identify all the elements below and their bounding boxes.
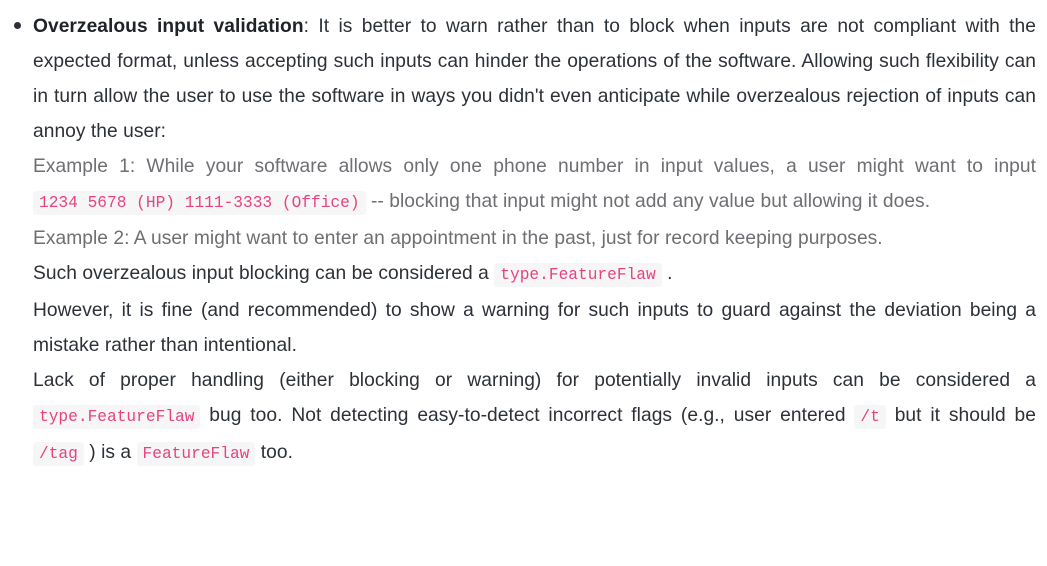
such-text-after: . [667,263,673,284]
code-span-phone-example: 1234 5678 (HP) 1111-3333 (Office) [33,191,366,215]
lack-text-before: Lack of proper handling (either blocking… [33,370,1036,391]
such-overzealous-paragraph: Such overzealous input blocking can be c… [33,256,1036,293]
code-span-type-featureflaw-2: type.FeatureFlaw [33,405,201,429]
lack-text-mid-2: but it should be [894,405,1036,426]
document-body: Overzealous input validation: It is bett… [0,0,1047,566]
example-1-text-after: -- blocking that input might not add any… [370,191,931,212]
example-2-paragraph: Example 2: A user might want to enter an… [33,228,883,249]
lead-term: Overzealous input validation [33,16,304,37]
however-paragraph: However, it is fine (and recommended) to… [33,300,1036,356]
lack-of-handling-paragraph: Lack of proper handling (either blocking… [33,363,1036,472]
bullet-list: Overzealous input validation: It is bett… [0,9,1036,472]
example-1-text-before: Example 1: While your software allows on… [33,156,1036,177]
lack-text-mid-3: ) is a [89,442,132,463]
code-span-slash-tag: /tag [33,442,84,466]
lead-paragraph: Overzealous input validation: It is bett… [33,9,1036,149]
such-text-before: Such overzealous input blocking can be c… [33,263,489,284]
list-item: Overzealous input validation: It is bett… [0,9,1036,472]
code-span-slash-t: /t [854,405,886,429]
code-span-featureflaw: FeatureFlaw [136,442,256,466]
code-span-type-featureflaw-1: type.FeatureFlaw [494,263,662,287]
bullet-point-icon [14,22,21,29]
example-1-paragraph: Example 1: While your software allows on… [33,149,1036,221]
lack-text-mid-1: bug too. Not detecting easy-to-detect in… [209,405,846,426]
lack-text-after: too. [260,442,293,463]
